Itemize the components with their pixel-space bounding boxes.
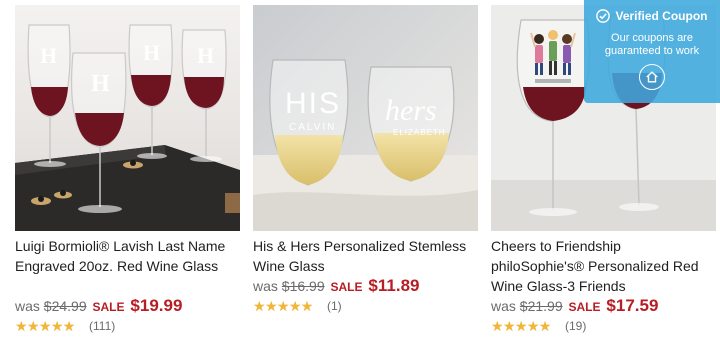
product-image[interactable]: HIS CALVIN hers ELIZABETH [253, 5, 478, 231]
product-rating[interactable]: ★★★★★ ★★★★★ (111) [15, 318, 115, 334]
svg-text:H: H [197, 43, 214, 68]
product-price: was $24.99 SALE $19.99 [15, 296, 240, 317]
review-count[interactable]: (19) [565, 319, 586, 333]
was-label: was [15, 298, 40, 314]
verified-coupon-badge[interactable]: Verified Coupon Our coupons are guarante… [584, 0, 720, 103]
sale-label: SALE [92, 300, 125, 314]
product-rating[interactable]: ★★★★★ ★★★★★ (19) [491, 318, 586, 334]
sale-label: SALE [330, 280, 363, 294]
star-rating-icon: ★★★★★ ★★★★★ [491, 318, 551, 334]
svg-text:H: H [91, 71, 110, 97]
star-rating-icon: ★★★★★ ★★★★★ [15, 318, 75, 334]
original-price: $16.99 [281, 278, 325, 294]
product-title[interactable]: Luigi Bormioli® Lavish Last Name Engrave… [15, 236, 240, 276]
review-count[interactable]: (1) [327, 299, 342, 313]
sale-price: $19.99 [130, 296, 183, 315]
product-card[interactable]: H H H H Luigi Bormioli® Lavish Last Name… [15, 5, 240, 348]
product-title[interactable]: Cheers to Friendship philoSophie's® Pers… [491, 236, 716, 296]
product-card[interactable]: HIS CALVIN hers ELIZABETH His & Hers Per… [253, 5, 478, 348]
coupon-message: Our coupons are guaranteed to work [604, 32, 700, 57]
coupon-title: Verified Coupon [615, 9, 708, 23]
svg-text:HIS: HIS [285, 87, 341, 120]
original-price: $21.99 [519, 298, 563, 314]
product-price: was $16.99 SALE $11.89 [253, 276, 478, 297]
home-icon[interactable] [639, 64, 665, 90]
svg-text:hers: hers [385, 94, 437, 127]
svg-text:ELIZABETH: ELIZABETH [393, 128, 446, 137]
star-rating-icon: ★★★★★ ★★★★★ [253, 298, 313, 314]
check-circle-icon [596, 9, 611, 23]
product-title[interactable]: His & Hers Personalized Stemless Wine Gl… [253, 236, 478, 276]
coupon-header: Verified Coupon [584, 9, 720, 23]
svg-text:CALVIN: CALVIN [289, 122, 336, 133]
sale-label: SALE [568, 300, 601, 314]
svg-text:H: H [40, 43, 57, 68]
product-rating[interactable]: ★★★★★ ★★★★★ (1) [253, 298, 342, 314]
svg-text:H: H [143, 40, 160, 65]
original-price: $24.99 [43, 298, 87, 314]
was-label: was [253, 278, 278, 294]
product-image[interactable]: H H H H [15, 5, 240, 231]
review-count[interactable]: (111) [89, 319, 115, 333]
product-price: was $21.99 SALE $17.59 [491, 296, 716, 317]
was-label: was [491, 298, 516, 314]
sale-price: $17.59 [606, 296, 659, 315]
sale-price: $11.89 [368, 276, 420, 295]
